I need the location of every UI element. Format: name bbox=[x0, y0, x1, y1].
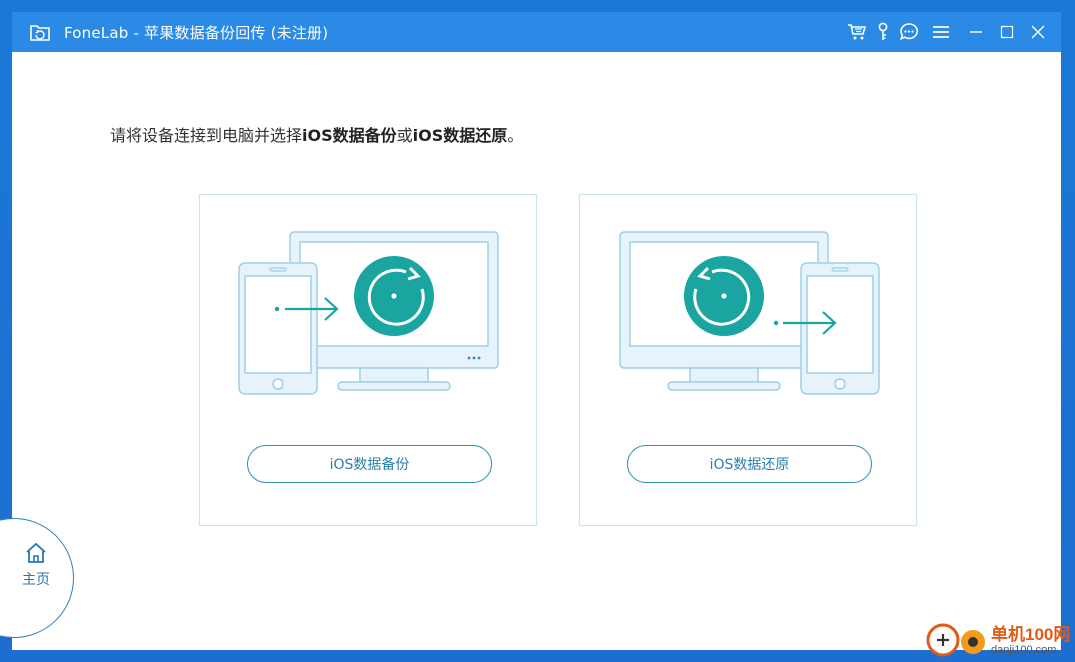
home-icon bbox=[24, 542, 48, 568]
app-folder-icon bbox=[20, 12, 60, 52]
prompt-backup-term: iOS数据备份 bbox=[302, 126, 397, 145]
minimize-icon[interactable] bbox=[960, 12, 991, 52]
restore-illustration-icon bbox=[619, 231, 880, 395]
title-bar: FoneLab - 苹果数据备份回传 (未注册) bbox=[12, 12, 1061, 52]
restore-card[interactable]: iOS数据还原 bbox=[579, 194, 917, 526]
prompt-text-or: 或 bbox=[396, 126, 413, 145]
key-icon[interactable] bbox=[870, 12, 896, 52]
watermark-url: danji100.com bbox=[991, 644, 1057, 656]
cart-icon[interactable] bbox=[844, 12, 870, 52]
ios-backup-button[interactable]: iOS数据备份 bbox=[247, 445, 492, 483]
ios-restore-button[interactable]: iOS数据还原 bbox=[627, 445, 872, 483]
home-label: 主页 bbox=[22, 572, 50, 588]
chat-icon[interactable] bbox=[896, 12, 922, 52]
close-icon[interactable] bbox=[1022, 12, 1053, 52]
backup-illustration-icon bbox=[238, 231, 499, 395]
window-frame: FoneLab - 苹果数据备份回传 (未注册) 请将设备连接到电脑并选择iOS… bbox=[0, 0, 1075, 662]
menu-icon[interactable] bbox=[928, 12, 954, 52]
maximize-icon[interactable] bbox=[991, 12, 1022, 52]
watermark-logo-icon bbox=[926, 623, 985, 657]
watermark: 单机100网 danji100.com bbox=[925, 614, 1075, 662]
prompt-restore-term: iOS数据还原 bbox=[412, 126, 508, 145]
watermark-text: 单机100网 bbox=[991, 625, 1071, 644]
backup-card[interactable]: iOS数据备份 bbox=[199, 194, 537, 526]
instruction-text: 请将设备连接到电脑并选择iOS数据备份或iOS数据还原。 bbox=[110, 122, 523, 146]
window-title: FoneLab - 苹果数据备份回传 (未注册) bbox=[64, 23, 329, 42]
prompt-text: 请将设备连接到电脑并选择 bbox=[110, 126, 303, 145]
main-content: 请将设备连接到电脑并选择iOS数据备份或iOS数据还原。 iOS数据备份 iOS… bbox=[12, 52, 1061, 650]
prompt-end: 。 bbox=[507, 126, 524, 145]
home-button[interactable]: 主页 bbox=[14, 542, 58, 592]
